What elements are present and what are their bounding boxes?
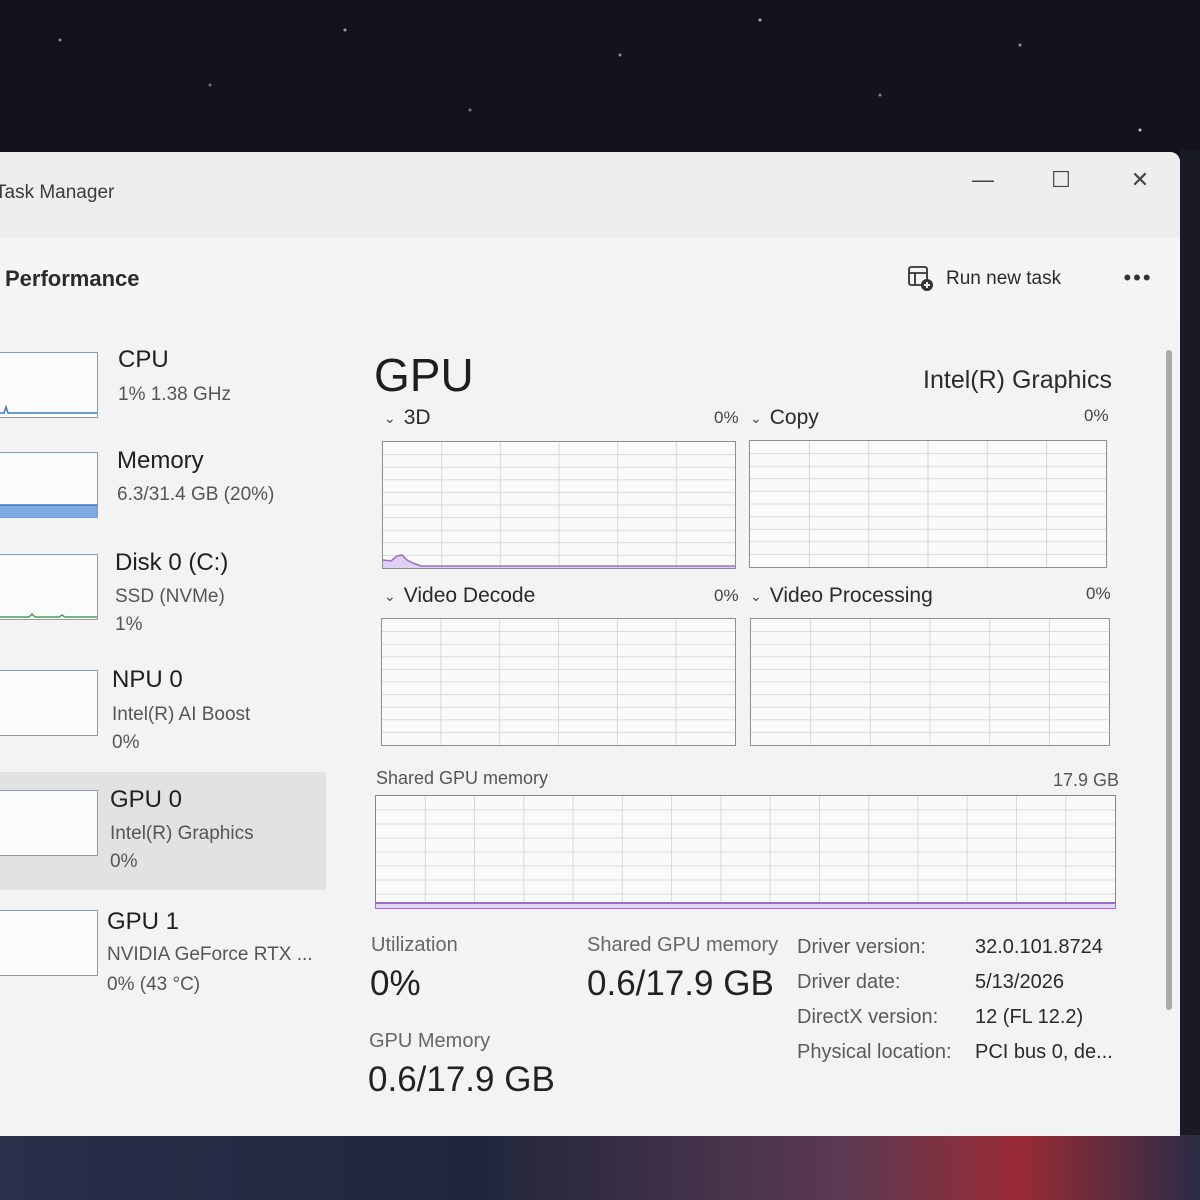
utilization-label: Utilization (371, 934, 458, 956)
gpu-title: GPU (374, 349, 474, 401)
engine-percent: 0% (714, 408, 739, 427)
memory-thumbnail-fill (0, 504, 97, 517)
engine-selector-video-decode[interactable]: ⌄ Video Decode (384, 584, 535, 608)
sidebar-item-detail: Intel(R) Graphics (110, 823, 254, 844)
sidebar-item-disk-0[interactable]: Disk 0 (C:) SSD (NVMe) 1% (0, 532, 326, 650)
graph-grid (751, 619, 1109, 745)
sidebar-item-percent: 0% (110, 851, 138, 872)
memory-thumbnail-graph (0, 452, 98, 518)
sidebar-item-name: GPU 1 (107, 908, 180, 935)
engine-graph-3d (382, 441, 736, 569)
engine-percent: 0% (1084, 406, 1109, 425)
engine-selector-video-processing[interactable]: ⌄ Video Processing (750, 584, 933, 608)
directx-version-label: DirectX version: (797, 1006, 939, 1028)
engine-graph-copy (749, 440, 1107, 568)
driver-date-label: Driver date: (797, 971, 901, 993)
shared-memory-graph-label: Shared GPU memory (376, 768, 549, 788)
engine-selector-3d[interactable]: ⌄ 3D (384, 406, 431, 430)
graph-grid (382, 619, 735, 745)
engine-name: Video Processing (769, 584, 933, 607)
engine-percent: 0% (714, 586, 739, 605)
title-bar[interactable]: Task Manager — ☐ ✕ (0, 152, 1180, 238)
sidebar-item-name: Memory (117, 447, 204, 474)
sidebar-item-percent: 0% (112, 732, 140, 753)
driver-version-label: Driver version: (797, 936, 926, 958)
sidebar-item-name: Disk 0 (C:) (115, 549, 229, 576)
physical-location-label: Physical location: (797, 1041, 952, 1063)
engine-percent: 0% (1086, 584, 1111, 603)
engine-name: Video Decode (403, 584, 536, 607)
chevron-down-icon: ⌄ (384, 587, 396, 604)
gpu1-thumbnail-graph (0, 910, 98, 976)
graph-grid (750, 441, 1106, 567)
desktop-background (0, 0, 1200, 160)
sidebar-item-detail: SSD (NVMe) (115, 586, 225, 607)
performance-sidebar: CPU 1% 1.38 GHz Memory 6.3/31.4 GB (20%)… (0, 332, 330, 1132)
sidebar-item-detail: NVIDIA GeForce RTX ... (107, 944, 313, 965)
shared-memory-usage-line (376, 902, 1115, 908)
maximize-button[interactable]: ☐ (1038, 160, 1084, 200)
npu-thumbnail-graph (0, 670, 98, 736)
sidebar-item-detail: Intel(R) AI Boost (112, 704, 251, 725)
screen-bezel (1180, 150, 1200, 1140)
engine-activity-line (383, 554, 735, 568)
engine-graph-video-decode (381, 618, 736, 746)
sidebar-item-detail: 6.3/31.4 GB (20%) (117, 484, 275, 505)
minimize-button[interactable]: — (960, 160, 1006, 200)
engine-name: Copy (769, 406, 819, 429)
physical-location-value: PCI bus 0, de... (975, 1041, 1113, 1063)
sidebar-item-percent: 0% (43 °C) (107, 974, 201, 995)
sidebar-item-percent: 1% (115, 614, 143, 635)
task-manager-window: Task Manager — ☐ ✕ Performance Run new t… (0, 152, 1180, 1136)
disk-thumbnail-line (0, 612, 97, 618)
page-title: Performance (5, 266, 140, 291)
close-button[interactable]: ✕ (1117, 160, 1163, 200)
run-new-task-button[interactable]: Run new task (906, 264, 1061, 294)
cpu-thumbnail-line (0, 404, 97, 414)
sidebar-item-gpu-0[interactable]: GPU 0 Intel(R) Graphics 0% (0, 772, 326, 890)
disk-thumbnail-graph (0, 554, 98, 620)
engine-selector-copy[interactable]: ⌄ Copy (750, 406, 819, 430)
cpu-thumbnail-graph (0, 352, 98, 418)
driver-date-value: 5/13/2026 (975, 971, 1064, 993)
gpu-model-name: Intel(R) Graphics (923, 366, 1112, 394)
chevron-down-icon: ⌄ (384, 409, 396, 426)
gpu-memory-label: GPU Memory (369, 1030, 491, 1052)
shared-memory-max: 17.9 GB (1053, 770, 1120, 790)
shared-memory-value: 0.6/17.9 GB (587, 964, 774, 1003)
engine-graph-video-processing (750, 618, 1110, 746)
more-options-button[interactable]: ••• (1118, 260, 1158, 296)
run-new-task-label: Run new task (946, 268, 1062, 289)
run-task-icon (908, 266, 933, 291)
driver-version-value: 32.0.101.8724 (975, 936, 1103, 958)
sidebar-item-name: CPU (118, 346, 169, 373)
sidebar-item-name: NPU 0 (112, 666, 183, 693)
panel-scrollbar[interactable] (1166, 350, 1172, 1010)
shared-memory-graph (375, 795, 1116, 909)
app-title: Task Manager (0, 182, 115, 203)
engine-name: 3D (403, 406, 431, 429)
utilization-value: 0% (370, 964, 421, 1003)
sidebar-item-npu-0[interactable]: NPU 0 Intel(R) AI Boost 0% (0, 650, 326, 768)
chevron-down-icon: ⌄ (750, 409, 762, 426)
sidebar-item-detail: 1% 1.38 GHz (118, 384, 231, 405)
directx-version-value: 12 (FL 12.2) (975, 1006, 1084, 1028)
sidebar-item-gpu-1[interactable]: GPU 1 NVIDIA GeForce RTX ... 0% (43 °C) (0, 894, 326, 1012)
gpu-memory-value: 0.6/17.9 GB (368, 1060, 555, 1099)
gpu0-thumbnail-graph (0, 790, 98, 856)
command-bar: Performance Run new task ••• (0, 238, 1180, 322)
sidebar-item-name: GPU 0 (110, 786, 183, 813)
gpu-detail-panel: GPU Intel(R) Graphics ⌄ 3D 0% ⌄ Copy 0% … (356, 322, 1162, 1136)
chevron-down-icon: ⌄ (750, 587, 762, 604)
taskbar-background (0, 1135, 1200, 1200)
shared-memory-label: Shared GPU memory (587, 934, 779, 956)
